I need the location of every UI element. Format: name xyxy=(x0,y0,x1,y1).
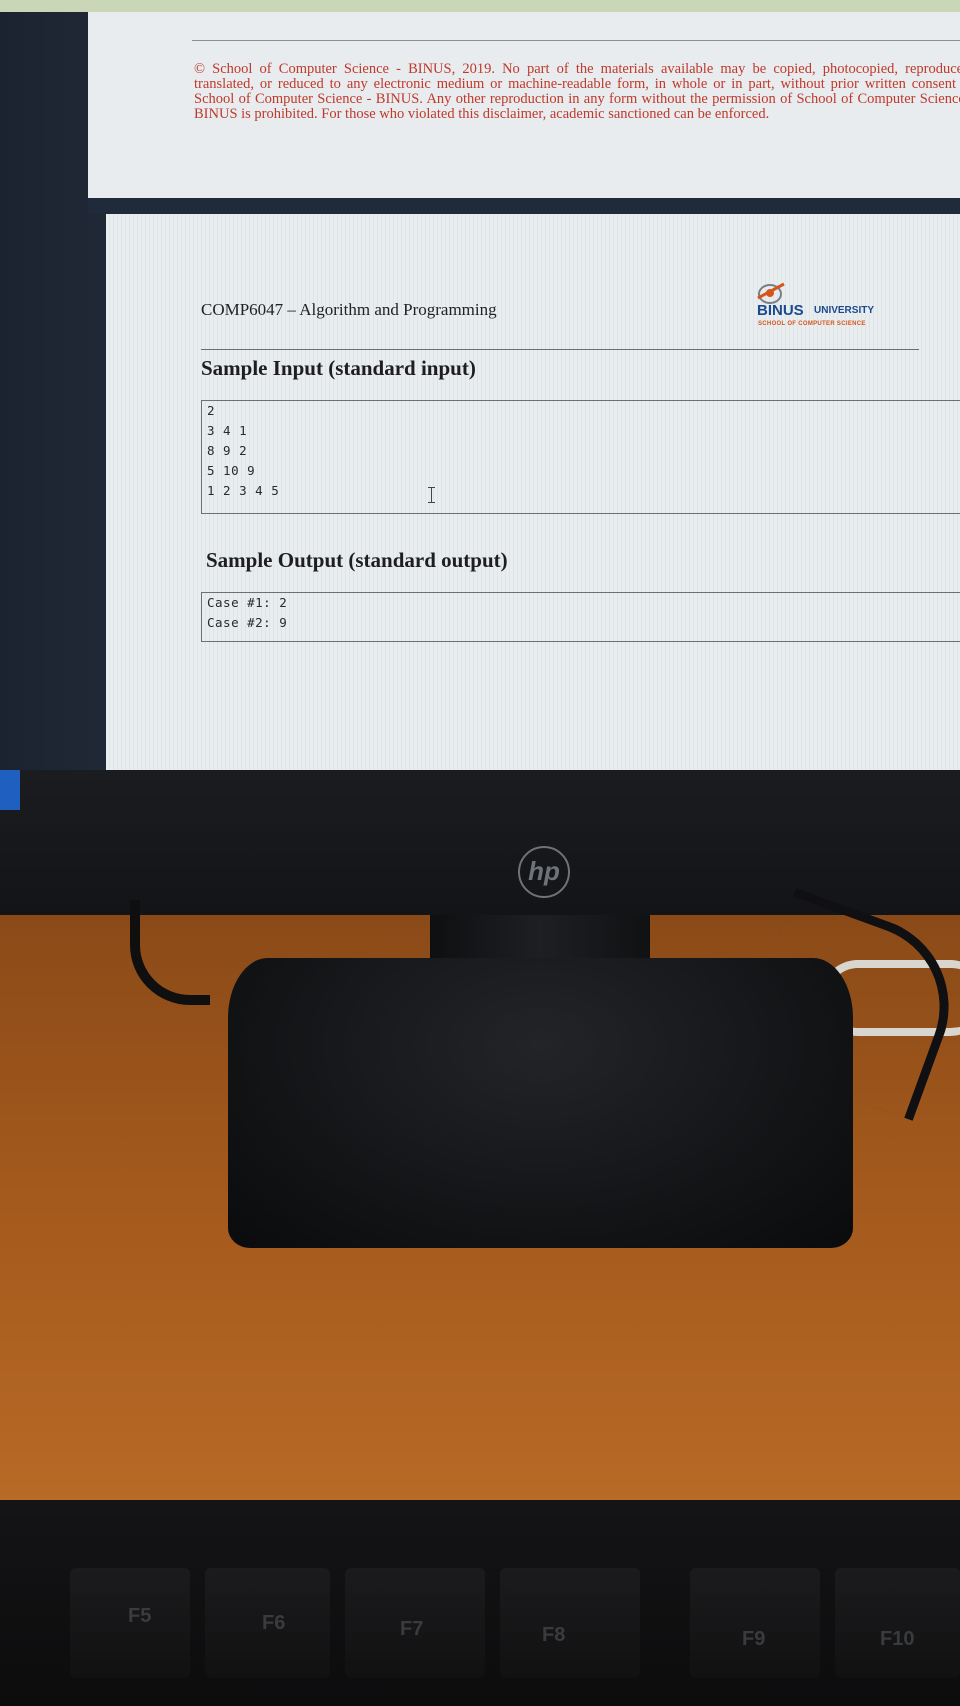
taskbar-edge xyxy=(0,770,20,810)
sample-input-box: 2 3 4 1 8 9 2 5 10 9 1 2 3 4 5 xyxy=(201,400,960,514)
key-f9[interactable] xyxy=(690,1568,820,1678)
sample-output-box: Case #1: 2 Case #2: 9 xyxy=(201,592,960,642)
photo-scene: © School of Computer Science - BINUS, 20… xyxy=(0,0,960,1706)
hp-logo-icon: hp xyxy=(518,846,570,898)
input-line: 2 xyxy=(207,403,216,418)
input-line: 3 4 1 xyxy=(207,423,248,438)
document-page: COMP6047 – Algorithm and Programming BIN… xyxy=(106,214,960,774)
sample-output-title: Sample Output (standard output) xyxy=(206,548,508,572)
text-cursor-icon xyxy=(428,487,435,503)
window-top-strip xyxy=(0,0,960,12)
key-label-f10: F10 xyxy=(880,1628,915,1650)
key-label-f7: F7 xyxy=(400,1618,424,1640)
key-f10[interactable] xyxy=(835,1568,960,1678)
monitor-bezel xyxy=(0,770,960,915)
output-line: Case #1: 2 xyxy=(207,595,288,610)
input-line: 8 9 2 xyxy=(207,443,248,458)
input-line: 5 10 9 xyxy=(207,463,256,478)
sample-input-title: Sample Input (standard input) xyxy=(201,356,476,380)
header-rule xyxy=(192,40,960,41)
page-gap xyxy=(88,198,960,214)
key-label-f6: F6 xyxy=(262,1612,286,1634)
copyright-disclaimer: © School of Computer Science - BINUS, 20… xyxy=(194,61,960,122)
binus-logo: BINUS UNIVERSITY SCHOOL OF COMPUTER SCIE… xyxy=(730,282,910,338)
output-line: Case #2: 9 xyxy=(207,615,288,630)
course-rule xyxy=(201,349,919,350)
logo-word-university: UNIVERSITY xyxy=(814,305,875,316)
monitor-screen: © School of Computer Science - BINUS, 20… xyxy=(0,0,960,776)
input-line: 1 2 3 4 5 xyxy=(207,483,280,498)
key-label-f5: F5 xyxy=(128,1605,152,1627)
logo-subtitle: SCHOOL OF COMPUTER SCIENCE xyxy=(758,321,866,327)
logo-word: BINUS xyxy=(757,302,804,319)
key-label-f9: F9 xyxy=(742,1628,766,1650)
course-title: COMP6047 – Algorithm and Programming xyxy=(201,300,497,319)
key-f8[interactable] xyxy=(500,1568,640,1678)
key-label-f8: F8 xyxy=(542,1624,566,1646)
document-page-top: © School of Computer Science - BINUS, 20… xyxy=(88,12,960,198)
monitor-stand-base xyxy=(228,958,853,1248)
